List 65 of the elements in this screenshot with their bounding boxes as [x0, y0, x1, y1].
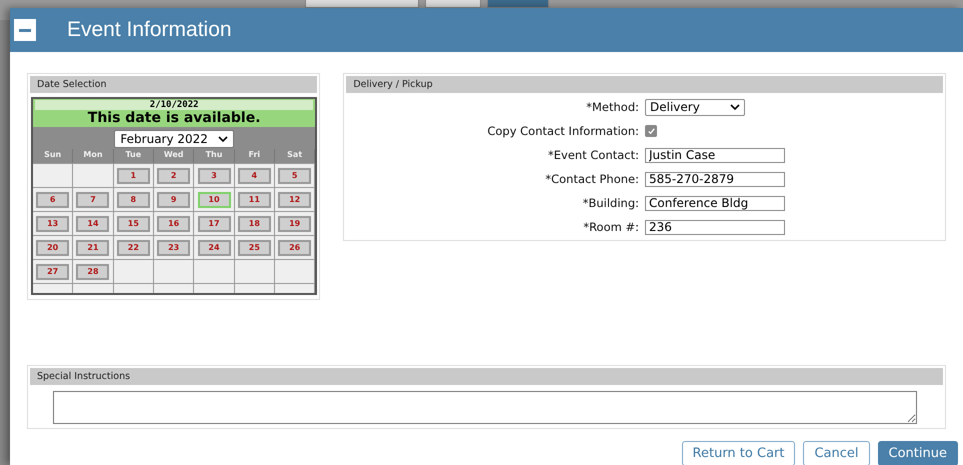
- field-label: *Building:: [582, 196, 639, 210]
- day-button[interactable]: 5: [278, 168, 312, 184]
- day-button[interactable]: 23: [157, 240, 190, 256]
- day-button[interactable]: 13: [36, 216, 70, 232]
- day-button[interactable]: 15: [116, 216, 150, 232]
- day-button[interactable]: 26: [278, 240, 312, 256]
- day-button[interactable]: 19: [278, 216, 312, 232]
- day-button[interactable]: 16: [157, 216, 190, 232]
- day-button[interactable]: 9: [157, 192, 190, 208]
- collapse-button[interactable]: [14, 19, 36, 41]
- field-label: *Method:: [585, 100, 639, 114]
- day-button[interactable]: 25: [238, 240, 271, 256]
- day-button[interactable]: 14: [76, 216, 110, 232]
- weekday-label: Thu: [194, 149, 235, 163]
- day-button[interactable]: 21: [76, 240, 110, 256]
- availability-message: This date is available.: [86, 110, 262, 127]
- caret-icon: [730, 104, 740, 110]
- day-button[interactable]: 4: [238, 168, 271, 184]
- weekday-label: Mon: [73, 149, 114, 163]
- panel-title: Delivery / Pickup: [346, 76, 943, 93]
- weekday-label: Wed: [154, 149, 194, 163]
- day-button[interactable]: 1: [116, 168, 150, 184]
- selected-date: 2/10/2022: [35, 100, 314, 110]
- day-button[interactable]: 10: [198, 192, 230, 208]
- instructions-field[interactable]: [53, 391, 917, 424]
- action-button[interactable]: Return to Cart: [682, 441, 796, 465]
- calendar-cell: [114, 283, 154, 293]
- weekday-label: Sun: [33, 149, 74, 163]
- day-button[interactable]: 20: [36, 240, 70, 256]
- calendar-cell: [194, 283, 235, 293]
- text-field[interactable]: 236: [645, 220, 785, 234]
- weekday-label: Fri: [234, 149, 275, 163]
- day-button[interactable]: 24: [198, 240, 230, 256]
- action-button[interactable]: Continue: [878, 441, 958, 465]
- action-button[interactable]: Cancel: [803, 441, 870, 465]
- calendar-cell: [154, 283, 194, 293]
- day-button[interactable]: 2: [157, 168, 190, 184]
- panel-title: Date Selection: [30, 76, 318, 93]
- day-button[interactable]: 17: [198, 216, 230, 232]
- field-label: Copy Contact Information:: [486, 124, 639, 138]
- checkbox[interactable]: [645, 125, 657, 137]
- field-label: *Contact Phone:: [544, 172, 639, 186]
- day-button[interactable]: 27: [36, 264, 70, 280]
- text-field[interactable]: 585-270-2879: [645, 172, 785, 186]
- day-button[interactable]: 12: [278, 192, 312, 208]
- window-title: Event Information: [67, 18, 232, 42]
- day-button[interactable]: 11: [238, 192, 271, 208]
- calendar-cell: [234, 283, 275, 293]
- month-select[interactable]: February 2022: [114, 130, 234, 148]
- method-select[interactable]: Delivery: [645, 98, 745, 116]
- day-button[interactable]: 3: [198, 168, 230, 184]
- day-button[interactable]: 18: [238, 216, 271, 232]
- day-button[interactable]: 28: [76, 264, 110, 280]
- field-label: *Room #:: [582, 220, 639, 234]
- day-button[interactable]: 8: [116, 192, 150, 208]
- caret-icon: [218, 136, 228, 142]
- field-label: *Event Contact:: [547, 148, 639, 162]
- calendar-cell: [275, 283, 316, 293]
- day-button[interactable]: 7: [76, 192, 110, 208]
- text-field[interactable]: Conference Bldg: [645, 196, 785, 210]
- day-button[interactable]: 6: [36, 192, 70, 208]
- weekday-label: Tue: [114, 149, 154, 163]
- panel-title: Special Instructions: [30, 368, 943, 385]
- day-button[interactable]: 22: [116, 240, 150, 256]
- weekday-label: Sat: [275, 149, 316, 163]
